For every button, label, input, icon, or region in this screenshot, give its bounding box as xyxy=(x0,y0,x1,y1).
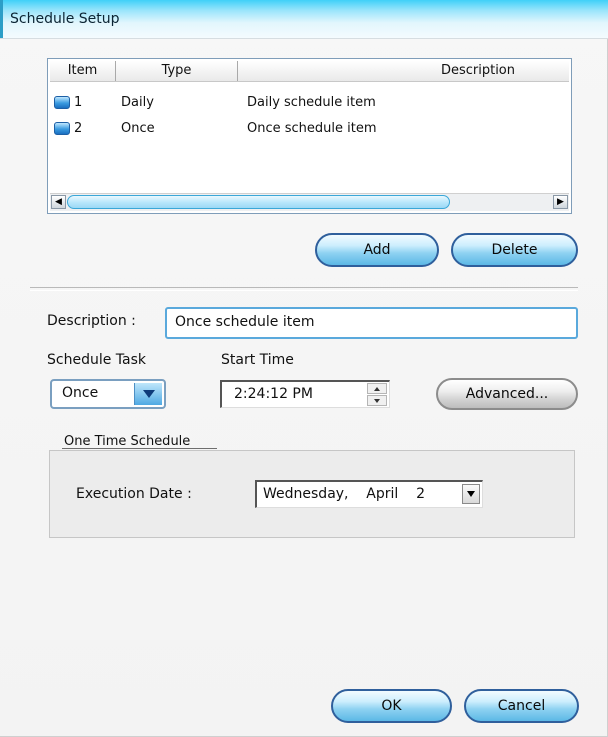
start-time-label: Start Time xyxy=(221,352,294,368)
scrollbar-thumb[interactable] xyxy=(67,195,450,209)
execution-date-picker[interactable]: Wednesday, April 2 xyxy=(255,480,483,508)
schedule-task-label: Schedule Task xyxy=(47,352,146,368)
list-header: Item Type Description xyxy=(50,61,569,82)
horizontal-scrollbar[interactable]: ◀ ▶ xyxy=(50,193,569,211)
execution-date-value: Wednesday, April 2 xyxy=(263,486,426,502)
spin-down-icon[interactable] xyxy=(367,395,387,406)
group-title: One Time Schedule xyxy=(62,434,193,449)
list-item[interactable]: 2 Once Once schedule item xyxy=(52,119,552,139)
arrow-right-icon[interactable]: ▶ xyxy=(553,195,568,209)
row-description: Once schedule item xyxy=(247,121,377,136)
arrow-left-icon[interactable]: ◀ xyxy=(51,195,66,209)
schedule-task-select[interactable]: Once xyxy=(50,379,166,409)
spin-up-icon[interactable] xyxy=(367,383,387,394)
window-title: Schedule Setup xyxy=(10,11,120,27)
title-bar[interactable]: Schedule Setup xyxy=(0,0,608,39)
description-field[interactable]: Once schedule item xyxy=(165,307,578,339)
row-description: Daily schedule item xyxy=(247,95,376,110)
cancel-button[interactable]: Cancel xyxy=(464,689,579,723)
group-title-underline xyxy=(62,448,217,449)
delete-button[interactable]: Delete xyxy=(451,233,578,267)
row-type: Daily xyxy=(121,95,154,110)
schedule-list[interactable]: Item Type Description 1 Daily Daily sche… xyxy=(47,58,572,214)
start-time-value: 2:24:12 PM xyxy=(234,386,313,402)
column-header-item[interactable]: Item xyxy=(50,61,116,81)
row-item-number: 1 xyxy=(74,95,83,110)
advanced-button[interactable]: Advanced... xyxy=(436,378,578,410)
start-time-picker[interactable]: 2:24:12 PM xyxy=(220,380,390,408)
add-button[interactable]: Add xyxy=(315,233,439,267)
description-label: Description : xyxy=(47,313,136,329)
list-item[interactable]: 1 Daily Daily schedule item xyxy=(52,93,552,113)
chevron-down-icon xyxy=(143,390,155,398)
schedule-item-icon xyxy=(54,122,70,135)
column-header-description[interactable]: Description xyxy=(238,61,570,81)
chevron-down-icon[interactable] xyxy=(462,484,480,504)
row-item-number: 2 xyxy=(74,121,83,136)
row-type: Once xyxy=(121,121,155,136)
schedule-task-value: Once xyxy=(62,385,99,401)
schedule-setup-window: Schedule Setup Item Type Description 1 D… xyxy=(0,0,608,737)
ok-button[interactable]: OK xyxy=(331,689,452,723)
section-divider xyxy=(30,287,578,291)
schedule-item-icon xyxy=(54,96,70,109)
time-spinner[interactable] xyxy=(367,383,387,407)
title-bar-edge xyxy=(0,0,3,38)
dropdown-button[interactable] xyxy=(134,383,162,405)
column-header-type[interactable]: Type xyxy=(116,61,238,81)
execution-date-label: Execution Date : xyxy=(76,486,192,502)
